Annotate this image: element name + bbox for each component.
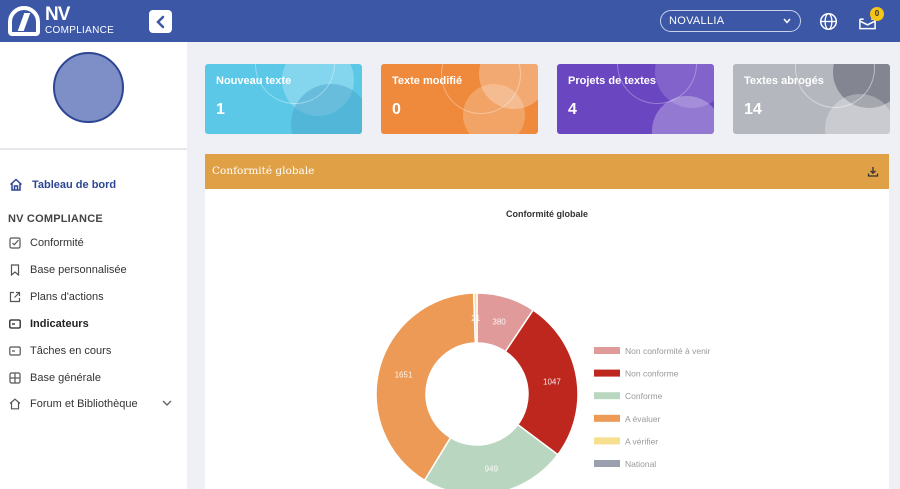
card-count: 0	[392, 101, 401, 118]
sidebar-item-label: Forum et Bibliothèque	[30, 398, 138, 410]
globe-icon[interactable]	[819, 12, 838, 31]
logo-name: NV	[45, 4, 70, 25]
panel-header: Conformité globale	[205, 154, 889, 189]
legend-label[interactable]: A vérifier	[625, 436, 658, 446]
card-title: Texte modifié	[392, 75, 463, 87]
slice-value-label: 380	[492, 317, 506, 326]
sidebar-item-label: Tâches en cours	[30, 345, 112, 357]
sidebar-item-label: Plans d'actions	[30, 291, 104, 303]
checkbox-icon	[9, 237, 21, 249]
grid-icon	[9, 372, 21, 384]
sidebar-section-title: NV COMPLIANCE	[8, 213, 103, 225]
sidebar-item-taches-en-cours[interactable]: Tâches en cours	[9, 345, 111, 357]
conformity-panel: Conformité globale Conformité globale 38…	[205, 154, 889, 489]
slice-value-label: 21	[471, 314, 480, 323]
sidebar-item-plans-actions[interactable]: Plans d'actions	[9, 291, 104, 303]
profile-area	[0, 42, 187, 150]
sidebar-item-label: Indicateurs	[30, 318, 89, 330]
card-count: 1	[216, 101, 225, 118]
slice-value-label: 1651	[395, 371, 413, 380]
card-icon	[9, 346, 21, 356]
sidebar-item-conformite[interactable]: Conformité	[9, 237, 84, 249]
organization-select[interactable]: NOVALLIA	[660, 10, 801, 32]
chevron-left-icon	[155, 15, 164, 28]
card-title: Nouveau texte	[216, 75, 292, 87]
legend-swatch[interactable]	[594, 369, 620, 377]
organization-select-value: NOVALLIA	[669, 15, 725, 27]
sidebar-item-indicateurs[interactable]: Indicateurs	[9, 318, 89, 330]
card-count: 4	[568, 101, 577, 118]
card-icon	[9, 319, 21, 329]
sidebar-item-label: Base générale	[30, 372, 101, 384]
top-bar: NV COMPLIANCE NOVALLIA 0	[0, 0, 900, 42]
home-icon	[9, 178, 23, 191]
home-icon	[9, 398, 21, 410]
sidebar-item-label: Base personnalisée	[30, 264, 127, 276]
legend-swatch[interactable]	[594, 392, 620, 400]
legend-swatch[interactable]	[594, 460, 620, 467]
legend-label[interactable]: Conforme	[625, 391, 663, 401]
card-title: Projets de textes	[568, 75, 657, 87]
stat-card-textes-abroges[interactable]: Textes abrogés 14	[733, 64, 890, 134]
sidebar-item-dashboard[interactable]: Tableau de bord	[9, 178, 116, 191]
download-icon[interactable]	[867, 166, 879, 177]
legend-swatch[interactable]	[594, 414, 620, 422]
chevron-down-icon[interactable]	[161, 398, 173, 408]
sidebar-item-forum-bibliotheque[interactable]: Forum et Bibliothèque	[9, 398, 138, 410]
avatar[interactable]	[53, 52, 124, 123]
bookmark-icon	[10, 264, 20, 276]
app-logo[interactable]: NV COMPLIANCE	[8, 4, 114, 37]
notification-badge: 0	[870, 7, 884, 21]
card-count: 14	[744, 101, 762, 118]
panel-title: Conformité globale	[212, 165, 315, 177]
legend-swatch[interactable]	[594, 437, 620, 445]
legend-label[interactable]: Non conforme	[625, 369, 679, 379]
legend-label[interactable]: National	[625, 459, 656, 469]
stat-card-nouveau-texte[interactable]: Nouveau texte 1	[205, 64, 362, 134]
external-link-icon	[9, 291, 21, 303]
slice-value-label: 949	[485, 465, 499, 474]
sidebar-item-label: Conformité	[30, 237, 84, 249]
collapse-sidebar-button[interactable]	[149, 10, 172, 33]
logo-subtitle: COMPLIANCE	[45, 25, 115, 36]
sidebar: Tableau de bord NV COMPLIANCE Conformité…	[0, 42, 187, 489]
legend-label[interactable]: A évaluer	[625, 414, 661, 424]
sidebar-item-base-generale[interactable]: Base générale	[9, 372, 101, 384]
legend-label[interactable]: Non conformité à venir	[625, 346, 711, 356]
stat-card-projets-textes[interactable]: Projets de textes 4	[557, 64, 714, 134]
sidebar-item-base-personnalisee[interactable]: Base personnalisée	[9, 264, 127, 276]
legend-swatch[interactable]	[594, 347, 620, 354]
donut-chart: 380 1047 949 1651 21 Non conformité à venir No…	[375, 292, 711, 489]
logo-mark-icon	[8, 6, 40, 36]
stat-card-texte-modifie[interactable]: Texte modifié 0	[381, 64, 538, 134]
sidebar-item-label: Tableau de bord	[32, 178, 117, 191]
chevron-down-icon	[783, 18, 791, 24]
card-title: Textes abrogés	[744, 75, 824, 87]
slice-value-label: 1047	[543, 377, 561, 386]
